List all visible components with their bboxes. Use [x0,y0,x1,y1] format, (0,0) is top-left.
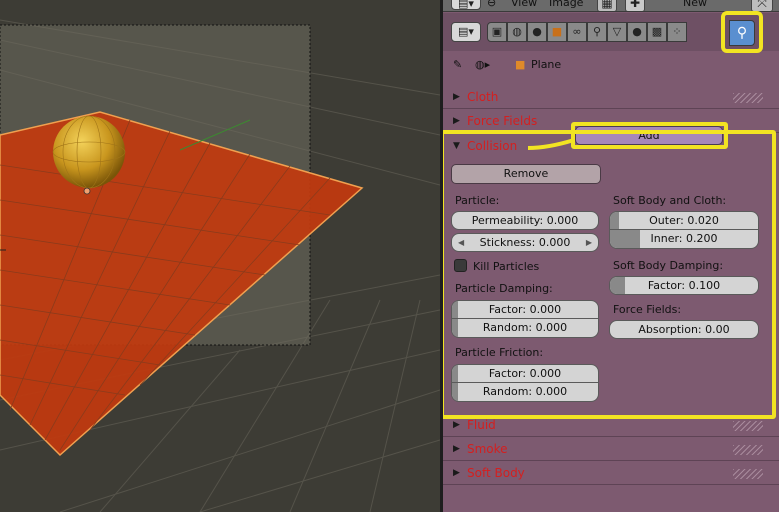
softbody-damping-heading: Soft Body Damping: [613,259,724,272]
stickness-value: Stickness: 0.000 [479,236,571,249]
scene-icon: ◍▸ [475,58,491,71]
field-fill [452,365,458,382]
field-fill [610,230,640,248]
new-image-plus-icon[interactable]: ✚ [625,0,645,11]
particle-damping-factor-field[interactable]: Factor: 0.000 [451,300,599,319]
pin-icon[interactable]: ✎ [453,58,462,71]
kill-particles-label: Kill Particles [473,260,540,273]
section-cloth-label: Cloth [467,90,499,104]
blender-window: ▤▾ ⊖ View Image ▦ ✚ New ⤧ ▤▾ ▣ ◍ ● ■ ∞ ⚲… [0,0,779,512]
expand-arrow-icon: ▶ [453,444,460,454]
section-soft-body-label: Soft Body [467,466,525,480]
properties-panel: ▤▾ ⊖ View Image ▦ ✚ New ⤧ ▤▾ ▣ ◍ ● ■ ∞ ⚲… [443,0,779,512]
properties-tab-bar: ▤▾ ▣ ◍ ● ■ ∞ ⚲ ▽ ● ▩ ⁘ ⚲ [443,11,779,53]
expand-arrow-icon: ▶ [453,116,460,126]
section-soft-body[interactable]: ▶ Soft Body [443,463,779,485]
remove-collision-button[interactable]: Remove [451,164,601,184]
object-icon: ■ [515,58,526,71]
field-fill [452,301,458,318]
menu-image[interactable]: Image [549,0,583,9]
collapse-icon[interactable]: ⊖ [487,0,496,9]
drag-grip-icon[interactable] [733,421,763,431]
particle-damping-random-field[interactable]: Random: 0.000 [451,319,599,338]
kill-particles-checkbox[interactable] [454,259,467,272]
image-browse-icon[interactable]: ▦ [597,0,617,11]
permeability-field[interactable]: Permeability: 0.000 [451,211,599,230]
particle-heading: Particle: [455,194,500,207]
permeability-value: Permeability: 0.000 [471,214,579,227]
drag-grip-icon[interactable] [733,93,763,103]
properties-editor-icon: ▤▾ [458,25,474,38]
expand-arrow-icon: ▶ [453,420,460,430]
outer-field[interactable]: Outer: 0.020 [609,211,759,230]
viewport-scene [0,0,440,512]
sphere-mesh [53,116,125,188]
editor-type-selector[interactable]: ▤▾ [451,22,481,42]
field-fill [452,319,458,337]
decrement-arrow-icon[interactable]: ◀ [458,234,464,251]
constraints-icon[interactable]: ∞ [567,22,587,42]
render-icon[interactable]: ▣ [487,22,507,42]
world-icon[interactable]: ● [527,22,547,42]
highlight-connector [528,138,575,150]
physics-tab-highlight [721,11,763,53]
section-fluid[interactable]: ▶ Fluid [443,415,779,437]
data-icon[interactable]: ▽ [607,22,627,42]
menu-view[interactable]: View [511,0,537,9]
particle-damping-heading: Particle Damping: [455,282,553,295]
softbody-damping-factor-value: Factor: 0.100 [647,279,721,292]
object-icon[interactable]: ■ [547,22,567,42]
stickness-field[interactable]: ◀ Stickness: 0.000 ▶ [451,233,599,252]
particle-friction-random-value: Random: 0.000 [482,385,568,398]
particle-friction-random-field[interactable]: Random: 0.000 [451,383,599,402]
3d-viewport[interactable] [0,0,440,512]
inner-value: Inner: 0.200 [650,232,718,245]
section-cloth[interactable]: ▶ Cloth [443,87,779,109]
drag-grip-icon[interactable] [733,469,763,479]
section-smoke-label: Smoke [467,442,508,456]
scene-icon[interactable]: ◍ [507,22,527,42]
section-smoke[interactable]: ▶ Smoke [443,439,779,461]
material-icon[interactable]: ● [627,22,647,42]
expand-arrow-icon: ▶ [453,468,460,478]
particles-icon[interactable]: ⁘ [667,22,687,42]
drag-grip-icon[interactable] [733,445,763,455]
increment-arrow-icon[interactable]: ▶ [586,234,592,251]
field-fill [610,277,625,294]
particle-damping-random-value: Random: 0.000 [482,321,568,334]
particle-friction-heading: Particle Friction: [455,346,544,359]
force-fields-heading: Force Fields: [613,303,682,316]
particle-friction-factor-value: Factor: 0.000 [488,367,562,380]
particle-friction-factor-field[interactable]: Factor: 0.000 [451,364,599,383]
field-fill [610,212,619,229]
softbody-cloth-heading: Soft Body and Cloth: [613,194,727,207]
particle-damping-factor-value: Factor: 0.000 [488,303,562,316]
section-force-fields-label: Force Fields [467,114,538,128]
new-image-button[interactable]: New [683,0,707,9]
editor-type-icon: ▤▾ [458,0,474,10]
softbody-damping-factor-field[interactable]: Factor: 0.100 [609,276,759,295]
field-fill [452,383,458,401]
absorption-field[interactable]: Absorption: 0.00 [609,320,759,339]
modifiers-icon[interactable]: ⚲ [587,22,607,42]
object-origin [83,187,91,195]
absorption-value: Absorption: 0.00 [638,323,730,336]
context-object-name: Plane [531,58,562,71]
texture-icon[interactable]: ▩ [647,22,667,42]
section-fluid-label: Fluid [467,418,496,432]
inner-field[interactable]: Inner: 0.200 [609,230,759,249]
outer-value: Outer: 0.020 [649,214,719,227]
editor-type-menu[interactable]: ▤▾ [451,0,481,10]
expand-arrow-icon: ▶ [453,92,460,102]
